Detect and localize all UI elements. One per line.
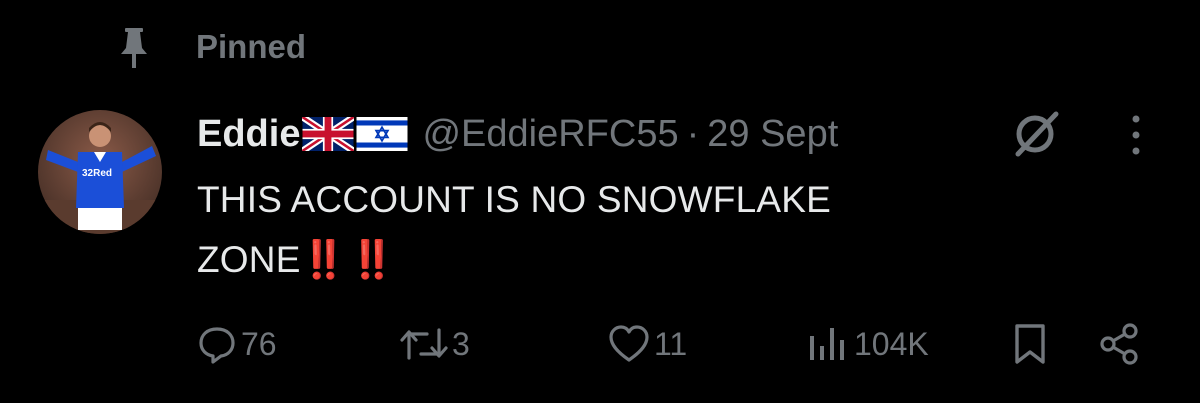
bookmark-icon <box>1012 322 1048 366</box>
pinned-indicator: Pinned <box>118 26 306 70</box>
tweet-text-zone: ZONE <box>197 239 301 280</box>
tweet-text-line-1: THIS ACCOUNT IS NO SNOWFLAKE <box>197 179 832 220</box>
double-exclamation-emoji: ‼️ ‼️ <box>300 239 395 280</box>
action-bar: 76 3 11 104K <box>0 316 1200 372</box>
views-button[interactable]: 104K <box>806 316 929 372</box>
repost-icon <box>400 324 448 364</box>
separator: · <box>686 112 700 155</box>
avatar[interactable]: 32Red <box>38 110 162 234</box>
repost-count: 3 <box>452 325 470 362</box>
tweet-text-line-2: ZONE‼️ ‼️ <box>197 230 1097 290</box>
view-count: 104K <box>854 325 929 362</box>
reply-button[interactable]: 76 <box>197 316 277 372</box>
timestamp[interactable]: 29 Sept <box>707 113 838 156</box>
grok-icon[interactable] <box>1010 108 1062 165</box>
display-name[interactable]: Eddie <box>197 113 300 156</box>
share-button[interactable] <box>1098 316 1142 372</box>
like-button[interactable]: 11 <box>608 316 687 372</box>
tweet-text: THIS ACCOUNT IS NO SNOWFLAKE ZONE‼️ ‼️ <box>197 170 1097 290</box>
more-options-icon[interactable] <box>1126 112 1146 163</box>
like-count: 11 <box>654 325 688 362</box>
bookmark-button[interactable] <box>1012 316 1048 372</box>
reply-icon <box>197 324 237 364</box>
svg-text:32Red: 32Red <box>82 168 112 179</box>
reply-count: 76 <box>241 325 277 362</box>
pin-icon <box>118 26 150 70</box>
pinned-label: Pinned <box>196 28 307 65</box>
repost-button[interactable]: 3 <box>400 316 470 372</box>
tweet-header: Eddie @EddieRFC55 · 29 Sept <box>197 108 838 160</box>
heart-icon <box>608 324 650 364</box>
author-handle[interactable]: @EddieRFC55 <box>422 113 678 156</box>
uk-flag-icon <box>302 117 355 151</box>
israel-flag-icon <box>356 117 408 151</box>
share-icon <box>1098 322 1142 366</box>
analytics-icon <box>806 324 850 364</box>
